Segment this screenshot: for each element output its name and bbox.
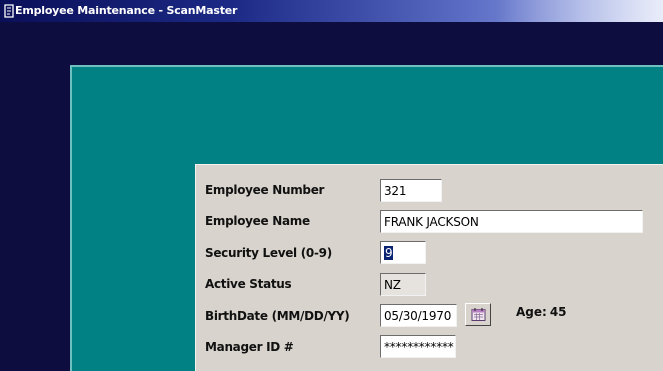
active-status-value: NZ <box>384 278 401 292</box>
manager-id-field[interactable]: ************ <box>380 335 456 358</box>
employee-number-field[interactable]: 321 <box>380 179 442 202</box>
employee-name-field[interactable]: FRANK JACKSON <box>380 210 643 233</box>
security-level-value: 9 <box>384 246 394 260</box>
age-value: 45 <box>549 305 567 319</box>
age-display: Age: 45 <box>516 305 567 319</box>
security-level-field[interactable]: 9 <box>380 241 426 264</box>
age-label: Age: <box>516 305 547 319</box>
title-bar[interactable]: Employee Maintenance - ScanMaster <box>0 0 663 22</box>
employee-number-value: 321 <box>384 184 407 198</box>
app-window: Employee Maintenance - ScanMaster Employ… <box>0 0 663 371</box>
calendar-button[interactable] <box>465 303 491 326</box>
app-icon[interactable] <box>2 3 16 19</box>
manager-id-value: ************ <box>384 340 454 354</box>
window-title: Employee Maintenance - ScanMaster <box>15 4 238 17</box>
employee-number-label: Employee Number <box>205 183 325 197</box>
security-level-label: Security Level (0-9) <box>205 246 332 260</box>
manager-id-label: Manager ID # <box>205 340 294 354</box>
birthdate-label: BirthDate (MM/DD/YY) <box>205 309 350 323</box>
birthdate-field[interactable]: 05/30/1970 <box>380 304 457 327</box>
employee-name-value: FRANK JACKSON <box>384 215 479 229</box>
active-status-label: Active Status <box>205 277 292 291</box>
calendar-icon <box>471 308 486 321</box>
active-status-field: NZ <box>380 273 426 296</box>
employee-name-label: Employee Name <box>205 214 310 228</box>
birthdate-value: 05/30/1970 <box>384 309 452 323</box>
